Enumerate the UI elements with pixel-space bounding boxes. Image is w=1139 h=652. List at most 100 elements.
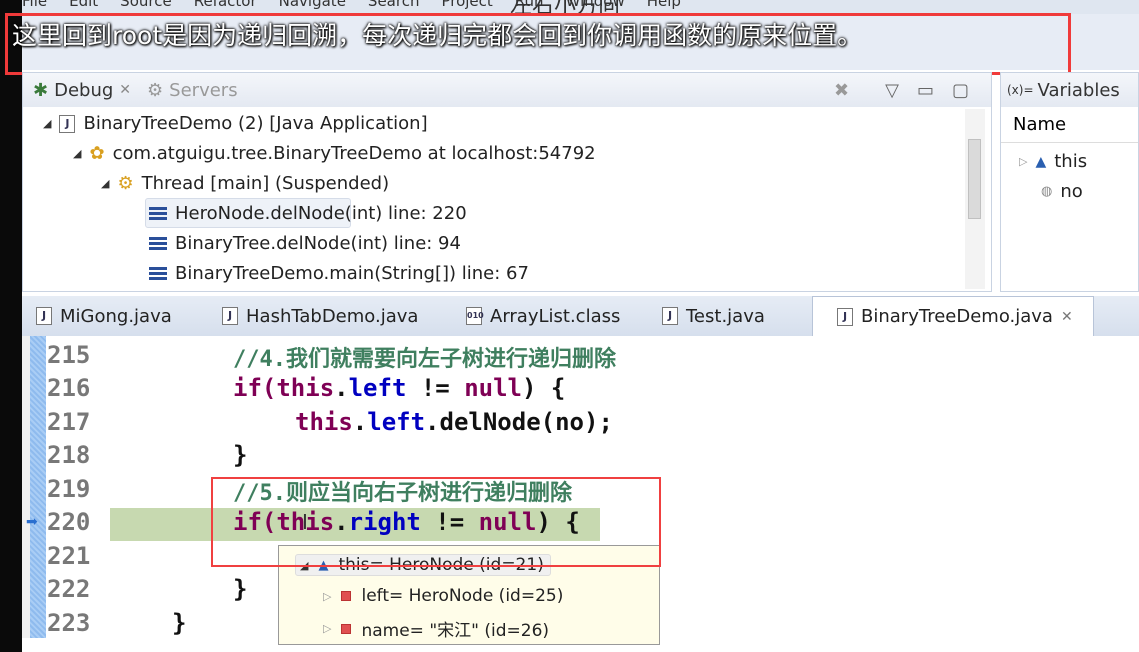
code-comment: //4.我们就需要向左子树进行递归删除 <box>233 347 616 372</box>
column-header-name[interactable]: Name <box>1001 107 1138 143</box>
line-number: 222 <box>47 575 91 603</box>
line-number: 220 <box>47 508 91 536</box>
tab-test[interactable]: J Test.java <box>662 296 765 336</box>
text-cursor-icon: I <box>302 510 308 534</box>
view-menu-icon[interactable]: ▽ <box>885 80 899 101</box>
servers-icon: ⚙ <box>147 79 164 101</box>
java-file-icon: J <box>222 307 238 325</box>
tab-binarytreedemo[interactable]: J BinaryTreeDemo.java ✕ <box>812 296 1094 336</box>
vm-icon: ✿ <box>89 143 105 164</box>
vertical-scrollbar[interactable] <box>965 109 985 289</box>
menu-help[interactable]: Help <box>647 0 681 10</box>
left-edge <box>0 0 22 652</box>
thread-suspended-icon: ⚙ <box>117 173 134 194</box>
java-file-icon: J <box>662 307 678 325</box>
tab-migong[interactable]: J MiGong.java <box>36 296 172 336</box>
variables-header: (x)= Variables <box>1001 73 1138 107</box>
hover-row-name[interactable]: ▷ name= "宋江" (id=26) <box>323 616 549 641</box>
tab-label: BinaryTreeDemo.java <box>861 306 1053 327</box>
keyword: if( <box>233 374 277 402</box>
stack-frame-icon <box>149 206 167 221</box>
tree-item-label: BinaryTreeDemo (2) [Java Application] <box>83 113 428 134</box>
tree-item-thread[interactable]: ◢ ⚙ Thread [main] (Suspended) <box>101 173 389 194</box>
tab-hashtabdemo[interactable]: J HashTabDemo.java <box>222 296 418 336</box>
tree-item-label: BinaryTree.delNode(int) line: 94 <box>175 233 461 254</box>
tab-label: Test.java <box>686 305 765 327</box>
stack-frame-icon <box>149 266 167 281</box>
local-var-icon: ◍ <box>1041 184 1053 199</box>
private-field-icon <box>341 591 352 601</box>
debug-panel: ✱ Debug ✕ ⚙ Servers ✖ ▽ ▭ ▢ ◢ J BinaryTree… <box>22 72 992 292</box>
code-token: ) { <box>522 374 566 402</box>
editor-tabs: J MiGong.java J HashTabDemo.java 010 ArrayL… <box>22 296 1139 336</box>
stack-frame[interactable]: HeroNode.delNode(int) line: 220 <box>149 203 467 224</box>
variable-row[interactable]: ◍ no <box>1041 181 1083 202</box>
close-icon[interactable]: ✕ <box>119 82 131 98</box>
line-number: 216 <box>47 374 91 402</box>
java-app-icon: J <box>59 114 76 133</box>
close-icon[interactable]: ✕ <box>1061 309 1073 325</box>
minimize-icon[interactable]: ▭ <box>917 80 934 101</box>
menu-source[interactable]: Source <box>120 0 172 10</box>
expanded-icon[interactable]: ◢ <box>43 117 51 130</box>
code-token: .delNode(no); <box>425 408 613 436</box>
variable-row[interactable]: ▷ ▲ this <box>1019 151 1087 172</box>
tree-item-vm[interactable]: ◢ ✿ com.atguigu.tree.BinaryTreeDemo at loc… <box>73 143 596 164</box>
tab-debug[interactable]: Debug <box>54 80 113 101</box>
keyword: null <box>464 374 522 402</box>
hover-row-left[interactable]: ▷ left= HeroNode (id=25) <box>323 586 563 606</box>
code-token: . <box>352 408 368 436</box>
keyword: this <box>276 374 335 402</box>
overview-ruler <box>30 336 46 638</box>
field: left <box>348 374 407 402</box>
private-field-icon <box>341 623 352 634</box>
stack-frame[interactable]: BinaryTree.delNode(int) line: 94 <box>149 233 461 254</box>
collapsed-icon[interactable]: ▷ <box>323 590 331 603</box>
variables-panel: (x)= Variables Name ▷ ▲ this ◍ no <box>1000 72 1139 292</box>
code-line: } <box>172 609 187 637</box>
tab-variables[interactable]: Variables <box>1038 80 1120 101</box>
debug-panel-header: ✱ Debug ✕ ⚙ Servers ✖ ▽ ▭ ▢ <box>23 73 991 107</box>
field-icon: ▲ <box>1035 153 1047 170</box>
variable-name: this <box>1054 151 1088 172</box>
expanded-icon[interactable]: ◢ <box>101 177 109 190</box>
collapsed-icon[interactable]: ▷ <box>1019 155 1027 168</box>
menu-edit[interactable]: Edit <box>69 0 98 10</box>
class-file-icon: 010 <box>466 307 484 325</box>
bug-icon: ✱ <box>33 79 49 101</box>
tree-item-label: HeroNode.delNode(int) line: 220 <box>175 203 467 224</box>
tree-item-app[interactable]: ◢ J BinaryTreeDemo (2) [Java Application] <box>43 113 428 134</box>
scrollbar-thumb[interactable] <box>968 139 981 219</box>
tree-item-label: com.atguigu.tree.BinaryTreeDemo at local… <box>112 143 596 164</box>
collapsed-icon[interactable]: ▷ <box>323 622 331 635</box>
maximize-icon[interactable]: ▢ <box>952 80 969 101</box>
code-line: } <box>233 575 248 603</box>
menu-search[interactable]: Search <box>368 0 420 10</box>
line-number: 218 <box>47 441 91 469</box>
stack-frame[interactable]: BinaryTreeDemo.main(String[]) line: 67 <box>149 263 529 284</box>
java-file-icon: J <box>36 307 52 325</box>
annotation-highlight-box <box>211 477 661 567</box>
subtitle-caption: 这里回到root是因为递归回溯，每次递归完都会回到你调用函数的原来位置。 <box>12 21 863 50</box>
tab-label: HashTabDemo.java <box>246 305 419 327</box>
tab-label: MiGong.java <box>60 305 172 327</box>
tab-arraylist[interactable]: 010 ArrayList.class <box>466 296 620 336</box>
field: left <box>367 408 426 436</box>
tree-item-label: BinaryTreeDemo.main(String[]) line: 67 <box>175 263 529 284</box>
code-line: if(this.left != null) { <box>233 374 565 402</box>
tab-label: ArrayList.class <box>490 305 621 327</box>
tree-item-label: Thread [main] (Suspended) <box>141 173 390 194</box>
menu-navigate[interactable]: Navigate <box>279 0 346 10</box>
hover-label: left= HeroNode (id=25) <box>361 586 564 606</box>
hover-label: name= "宋江" (id=26) <box>361 621 550 641</box>
menu-refactor[interactable]: Refactor <box>194 0 257 10</box>
tab-servers[interactable]: Servers <box>169 80 237 101</box>
code-line: this.left.delNode(no); <box>295 408 613 436</box>
menu-project[interactable]: Project <box>441 0 492 10</box>
menu-file[interactable]: File <box>22 0 47 10</box>
line-number: 215 <box>47 341 91 369</box>
code-token: != <box>406 374 465 402</box>
code-line: } <box>233 441 248 469</box>
remove-terminated-icon[interactable]: ✖ <box>834 80 849 101</box>
expanded-icon[interactable]: ◢ <box>73 147 81 160</box>
